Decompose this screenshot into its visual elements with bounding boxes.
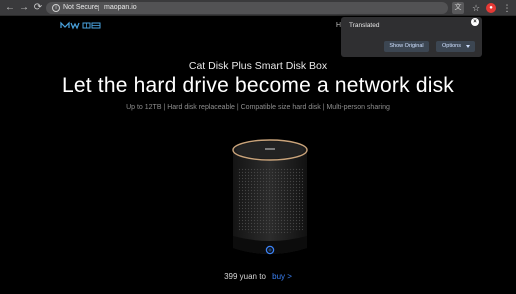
extension-icon[interactable]: ●: [486, 3, 496, 13]
purchase-row: 399 yuan to buy >: [0, 272, 516, 281]
reload-icon[interactable]: ⟳: [32, 2, 44, 14]
product-subtitle: Cat Disk Plus Smart Disk Box: [188, 60, 328, 72]
show-original-button[interactable]: Show Original: [384, 41, 429, 52]
popup-title: Translated: [349, 22, 380, 29]
omnibox-divider: [98, 5, 99, 11]
menu-icon[interactable]: ⋮: [502, 2, 512, 14]
translate-popup: Translated × Show Original Options: [341, 17, 482, 57]
options-button[interactable]: Options: [436, 41, 475, 52]
close-icon[interactable]: ×: [471, 18, 479, 26]
translate-icon[interactable]: 文: [452, 2, 464, 14]
back-icon[interactable]: ←: [4, 2, 16, 14]
feature-list: Up to 12TB | Hard disk replaceable | Com…: [126, 104, 390, 111]
hero-headline: Let the hard drive become a network disk: [61, 74, 455, 97]
address-bar[interactable]: i Not Secure maopan.io: [46, 2, 448, 14]
url-text[interactable]: maopan.io: [104, 2, 137, 14]
price-text: 399 yuan to: [224, 272, 266, 281]
bookmark-star-icon[interactable]: ☆: [470, 2, 482, 14]
disk-box-illustration: [232, 139, 308, 255]
forward-icon[interactable]: →: [18, 2, 30, 14]
product-image: [229, 138, 311, 260]
buy-link[interactable]: buy >: [272, 272, 292, 281]
brand-logo[interactable]: [60, 21, 102, 30]
chevron-down-icon: [466, 45, 470, 48]
logo-mark-icon: [60, 21, 101, 30]
options-button-label: Options: [442, 43, 461, 49]
info-icon[interactable]: i: [52, 4, 60, 12]
security-label[interactable]: Not Secure: [63, 2, 98, 14]
browser-toolbar: ← → ⟳ i Not Secure maopan.io 文 ☆ ● ⋮: [0, 0, 516, 16]
